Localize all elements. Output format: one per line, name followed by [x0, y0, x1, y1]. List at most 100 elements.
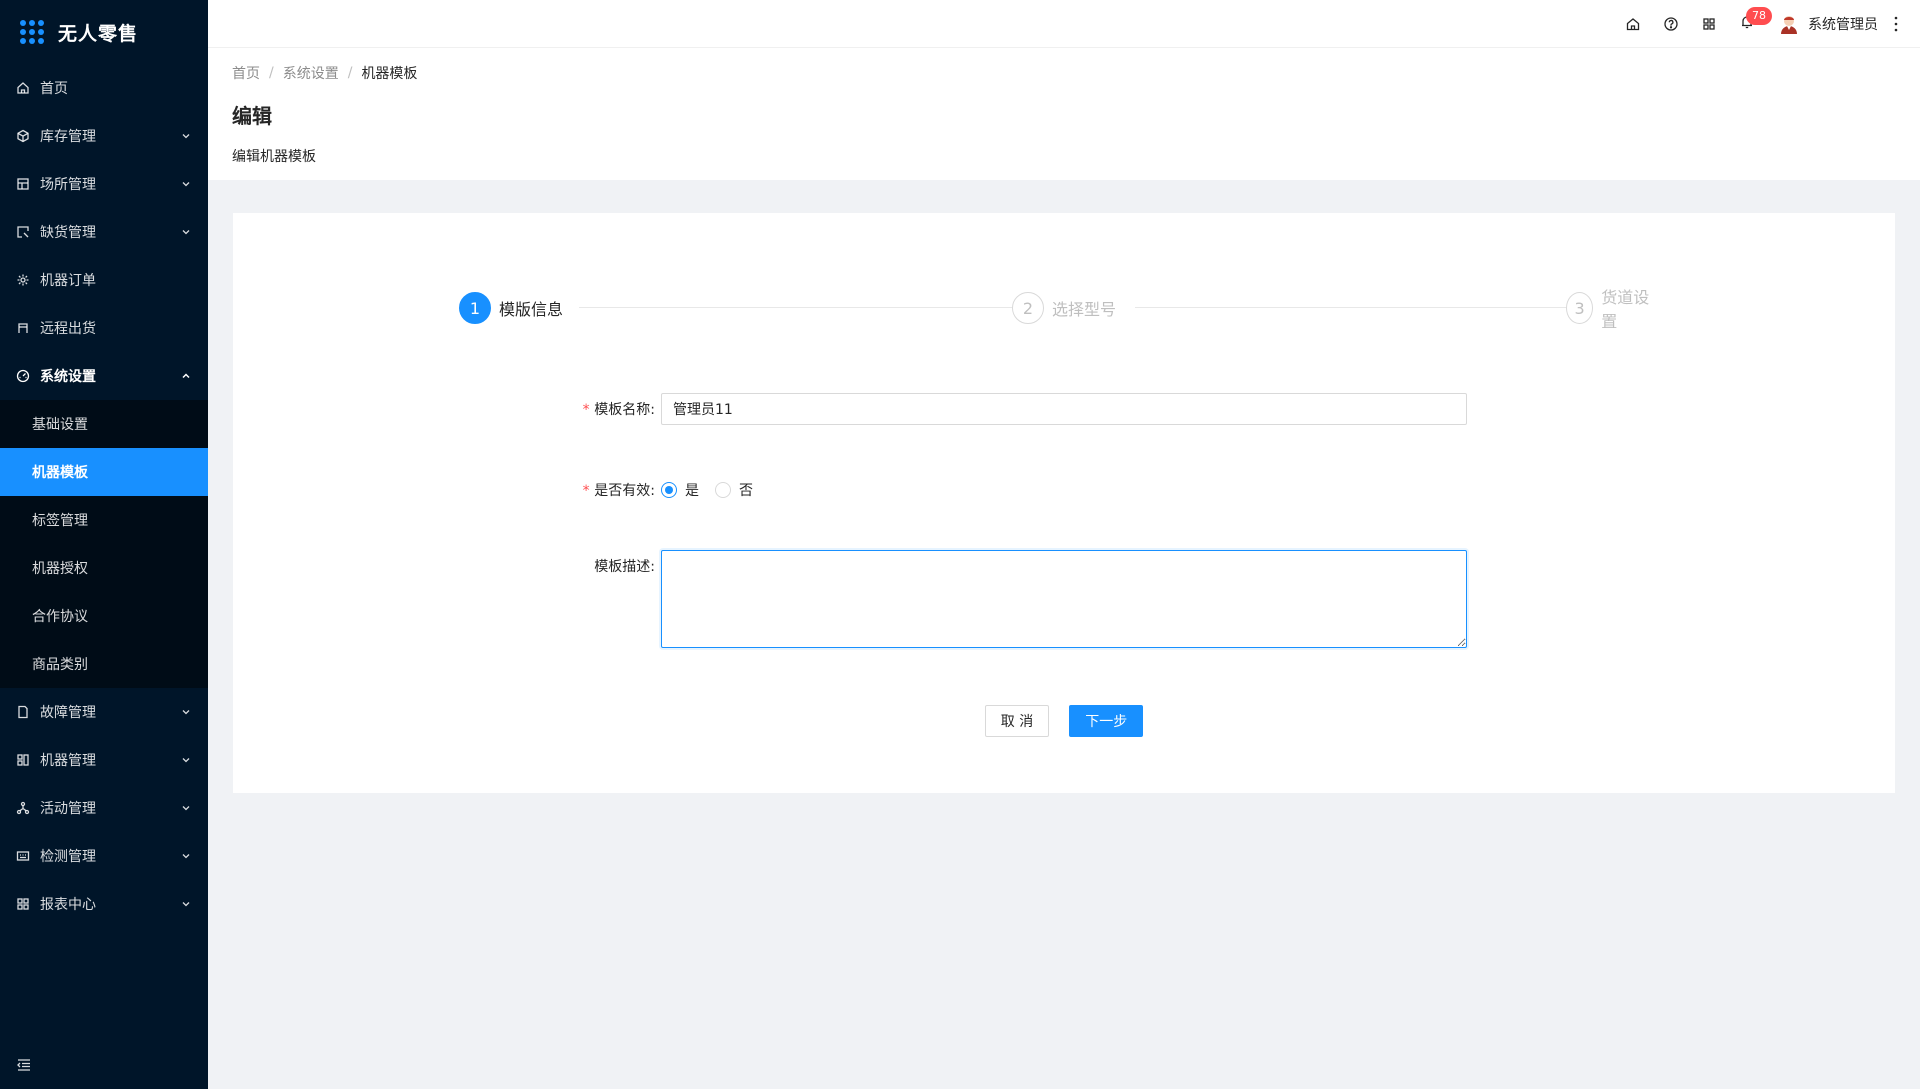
sidebar-menu-lower: 故障管理 机器管理 活动管理 检测管理 报表中心 [0, 688, 208, 928]
venue-icon [16, 177, 30, 191]
page-title: 编辑 [232, 104, 272, 128]
cancel-button[interactable]: 取 消 [984, 705, 1050, 737]
top-header: 78 系统管理员 [208, 0, 1920, 48]
page-header: 首页 / 系统设置 / 机器模板 编辑 编辑机器模板 [208, 48, 1920, 180]
apps-grid-icon[interactable] [1690, 5, 1728, 43]
breadcrumb-current: 机器模板 [361, 66, 418, 82]
logo[interactable]: 无人零售 [0, 0, 208, 64]
chevron-down-icon [180, 802, 192, 814]
next-step-button[interactable]: 下一步 [1069, 705, 1144, 737]
is-valid-label: * 是否有效: [581, 483, 655, 499]
step-title: 选择型号 [1052, 296, 1131, 320]
user-menu[interactable]: 系统管理员 [1778, 13, 1878, 35]
app-grid-logo-icon [20, 20, 44, 44]
sidebar-item-label: 远程出货 [40, 321, 96, 337]
sidebar-menu: 首页 库存管理 场所管理 缺货管理 机器订单 远程出货 系统设置 [0, 64, 208, 400]
chevron-down-icon [180, 130, 192, 142]
sidebar-item-product-category[interactable]: 商品类别 [0, 640, 208, 688]
sidebar-item-cooperation-agreement[interactable]: 合作协议 [0, 592, 208, 640]
sidebar-item-label: 库存管理 [40, 129, 96, 145]
breadcrumb-parent[interactable]: 系统设置 [283, 63, 339, 83]
sidebar-item-home[interactable]: 首页 [0, 64, 208, 112]
step-number: 1 [459, 292, 491, 324]
remote-icon [16, 321, 30, 335]
sidebar-item-venue[interactable]: 场所管理 [0, 160, 208, 208]
chevron-down-icon [180, 706, 192, 718]
step-number: 3 [1566, 292, 1594, 324]
shortage-icon [16, 225, 30, 239]
sidebar-item-machine-authorization[interactable]: 机器授权 [0, 544, 208, 592]
breadcrumb-separator: / [269, 65, 274, 81]
sidebar-item-shortage[interactable]: 缺货管理 [0, 208, 208, 256]
sidebar-item-report-center[interactable]: 报表中心 [0, 880, 208, 928]
form-row-name: * 模板名称: [233, 393, 1895, 425]
form-row-valid: * 是否有效: 是 否 [233, 479, 1895, 501]
notification-badge: 78 [1746, 6, 1772, 25]
step-number: 2 [1012, 292, 1044, 324]
avatar [1778, 13, 1800, 35]
form-row-description: 模板描述: [233, 550, 1895, 648]
notification-button[interactable]: 78 [1728, 5, 1772, 43]
sidebar-item-machine-template[interactable]: 机器模板 [0, 448, 208, 496]
chevron-up-icon [180, 370, 192, 382]
form-card: 1 模版信息 2 选择型号 3 货道设置 *模板名称: *是否有效: 是 否 [233, 213, 1895, 793]
breadcrumb-separator: / [347, 65, 353, 81]
settings-icon [16, 369, 30, 383]
breadcrumb-home[interactable]: 首页 [232, 63, 260, 83]
sidebar-item-machine-order[interactable]: 机器订单 [0, 256, 208, 304]
chevron-down-icon [180, 226, 192, 238]
sidebar-item-system-settings[interactable]: 系统设置 [0, 352, 208, 400]
report-icon [16, 897, 30, 911]
system-settings-submenu: 基础设置 机器模板 标签管理 机器授权 合作协议 商品类别 [0, 400, 208, 688]
sidebar-item-machine-management[interactable]: 机器管理 [0, 736, 208, 784]
sidebar-item-label: 首页 [40, 81, 68, 97]
user-name: 系统管理员 [1808, 16, 1878, 33]
sidebar-item-basic-settings[interactable]: 基础设置 [0, 400, 208, 448]
step-2: 2 选择型号 [1012, 291, 1131, 325]
sidebar-item-label: 故障管理 [40, 705, 96, 721]
menu-fold-icon[interactable] [16, 1057, 32, 1073]
page-description: 编辑机器模板 [232, 149, 316, 165]
chevron-down-icon [180, 898, 192, 910]
sidebar-item-tag-management[interactable]: 标签管理 [0, 496, 208, 544]
is-valid-radio-group: 是 否 [661, 479, 769, 501]
step-1: 1 模版信息 [459, 291, 578, 325]
sidebar-item-detection[interactable]: 检测管理 [0, 832, 208, 880]
form-actions: 取 消 下一步 [233, 705, 1895, 737]
step-title: 货道设置 [1601, 284, 1669, 332]
sidebar-item-label: 场所管理 [40, 177, 96, 193]
step-title: 模版信息 [499, 296, 578, 320]
step-connector [579, 307, 1012, 308]
fault-icon [16, 705, 30, 719]
inventory-icon [16, 129, 30, 143]
more-vertical-icon[interactable] [1892, 15, 1900, 33]
template-desc-label: 模板描述: [594, 559, 655, 575]
chevron-down-icon [180, 850, 192, 862]
app-name: 无人零售 [58, 22, 139, 45]
chevron-down-icon [180, 754, 192, 766]
home-icon [16, 81, 30, 95]
machine-icon [16, 753, 30, 767]
help-icon[interactable] [1652, 5, 1690, 43]
template-desc-textarea[interactable] [661, 550, 1467, 648]
steps: 1 模版信息 2 选择型号 3 货道设置 [459, 284, 1669, 332]
radio-yes[interactable]: 是 [661, 480, 699, 500]
activity-icon [16, 801, 30, 815]
order-icon [16, 273, 30, 287]
chevron-down-icon [180, 178, 192, 190]
breadcrumb: 首页 / 系统设置 / 机器模板 [232, 62, 1896, 84]
radio-checked-icon [661, 482, 677, 498]
sidebar-item-fault[interactable]: 故障管理 [0, 688, 208, 736]
sidebar-item-remote-delivery[interactable]: 远程出货 [0, 304, 208, 352]
sidebar-item-label: 检测管理 [40, 849, 96, 865]
sidebar-item-label: 系统设置 [40, 369, 96, 385]
home-icon[interactable] [1614, 5, 1652, 43]
sidebar-item-label: 活动管理 [40, 801, 96, 817]
template-name-input[interactable] [661, 393, 1467, 425]
detect-icon [16, 849, 30, 863]
step-connector [1135, 307, 1566, 308]
sidebar-item-inventory[interactable]: 库存管理 [0, 112, 208, 160]
radio-yes-label: 是 [685, 483, 699, 499]
radio-no[interactable]: 否 [715, 480, 753, 500]
sidebar-item-activity[interactable]: 活动管理 [0, 784, 208, 832]
